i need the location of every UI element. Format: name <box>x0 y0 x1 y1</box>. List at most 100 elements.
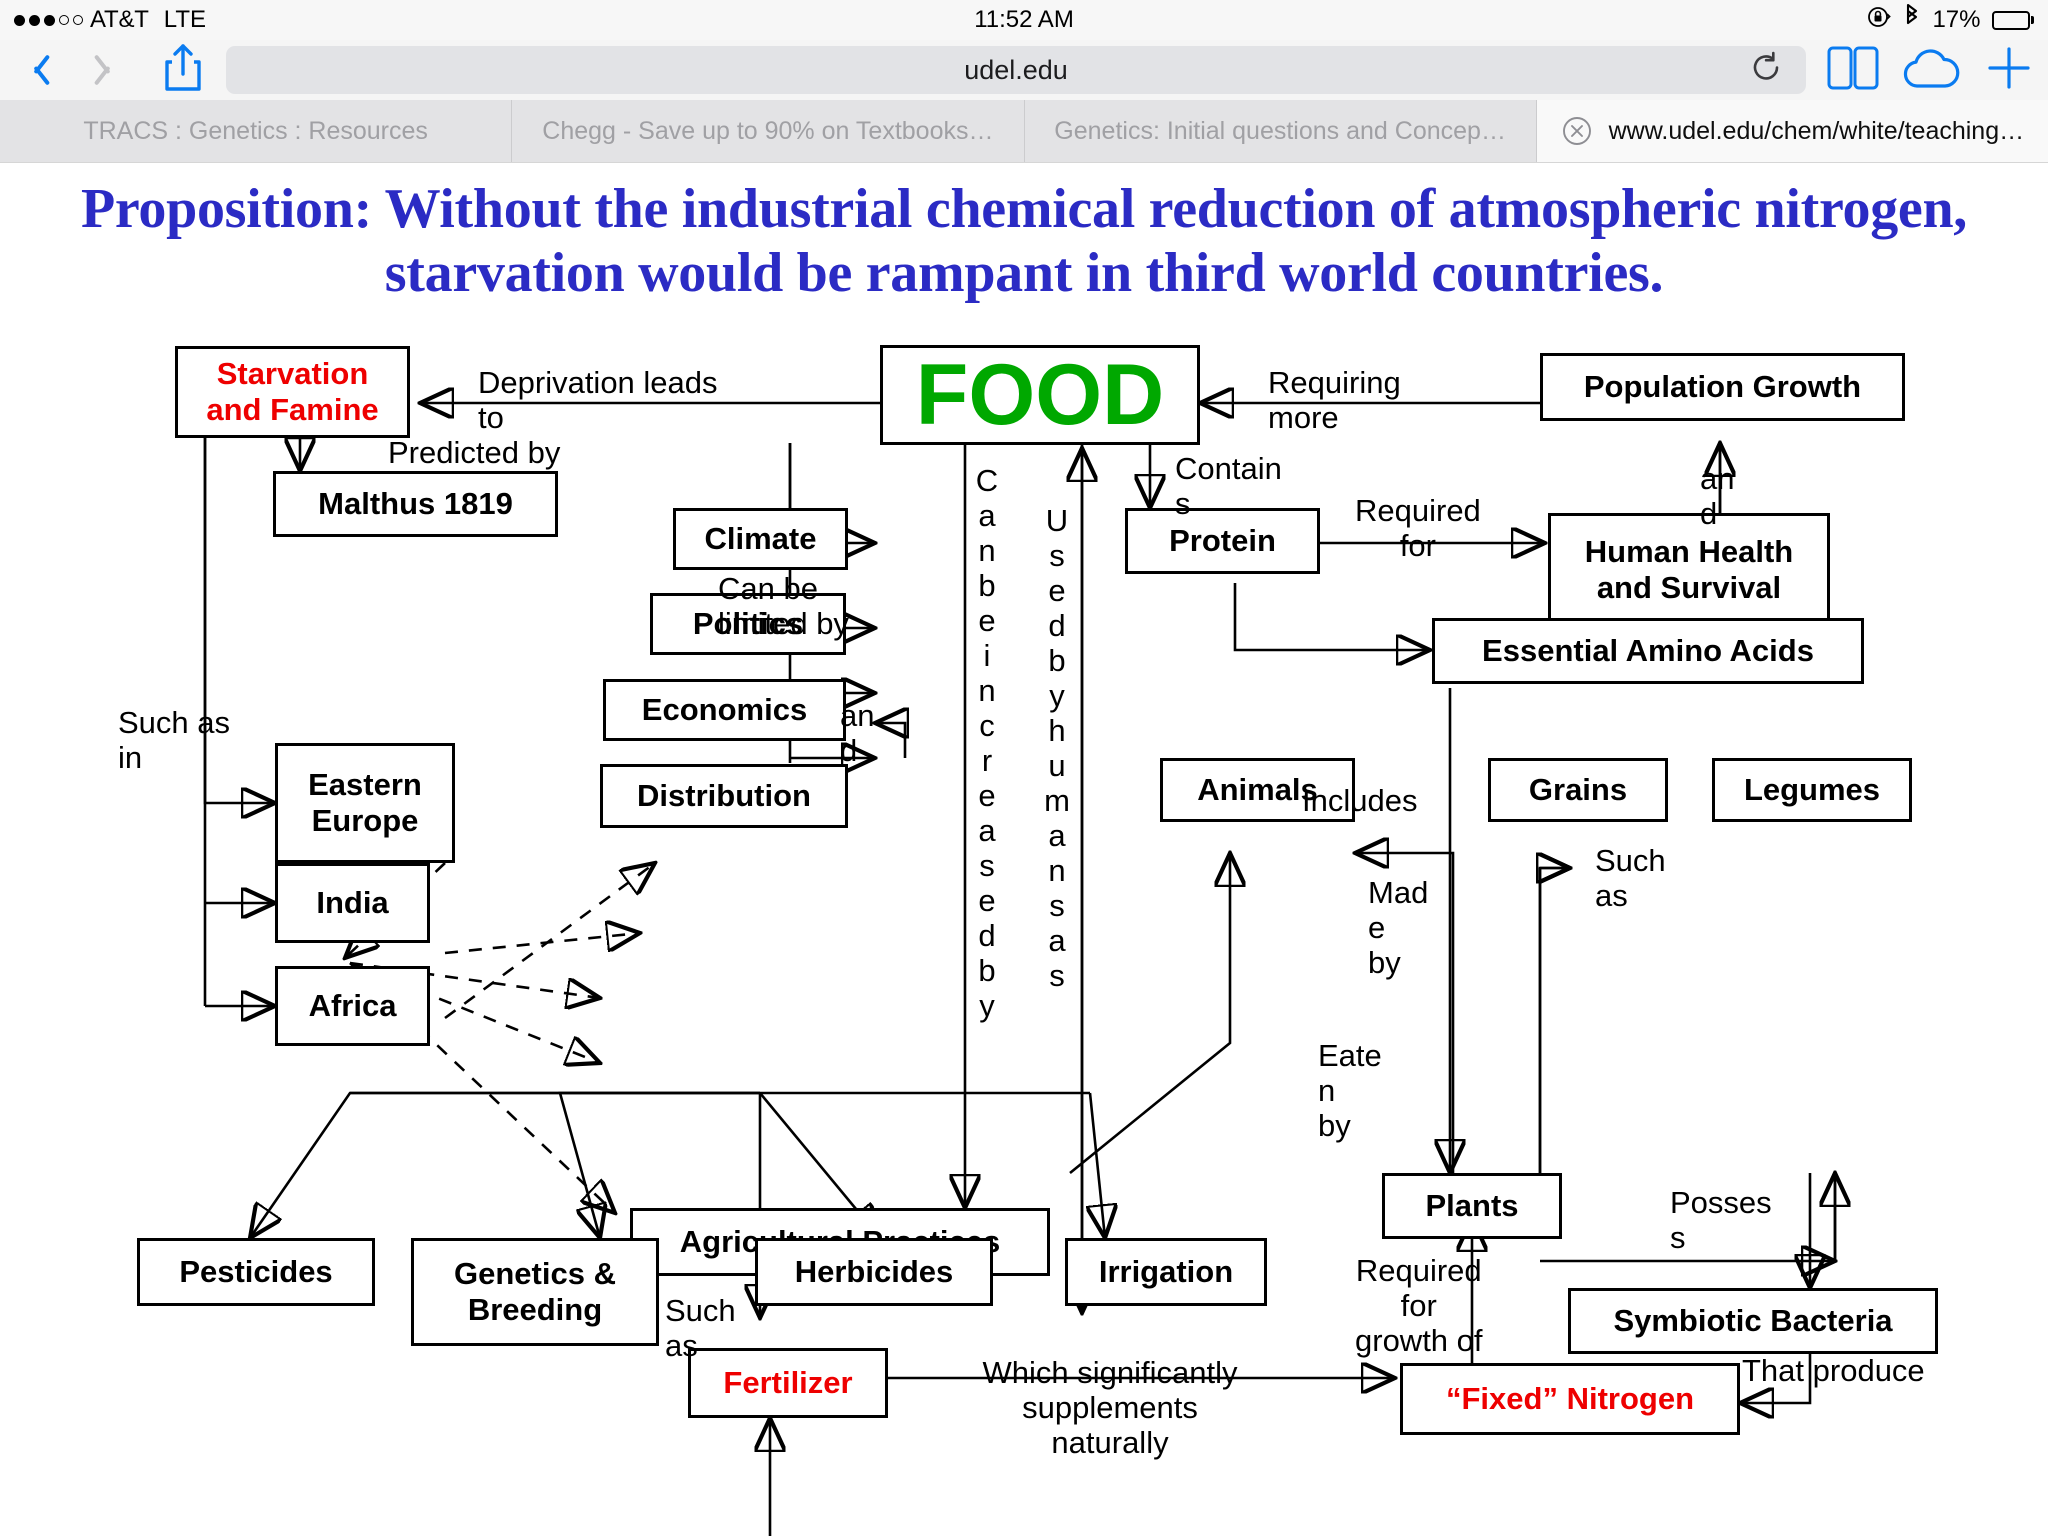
node-malthus-1819[interactable]: Malthus 1819 <box>273 471 558 537</box>
node-herbicides[interactable]: Herbicides <box>755 1238 993 1306</box>
edge-label-eaten-by: Eate n by <box>1318 1038 1382 1143</box>
node-essential-amino-acids[interactable]: Essential Amino Acids <box>1432 618 1864 684</box>
status-bar-right: 17% <box>1866 0 2034 40</box>
battery-icon <box>1991 10 2034 30</box>
node-india[interactable]: India <box>275 863 430 943</box>
edge-label-such-as-in: Such as in <box>118 705 231 775</box>
plus-icon <box>1984 43 2034 98</box>
node-label: Legumes <box>1743 772 1881 807</box>
node-label: “Fixed” Nitrogen <box>1445 1381 1694 1416</box>
node-starvation-and-famine[interactable]: Starvation and Famine <box>175 346 410 438</box>
battery-percent-label: 17% <box>1932 6 1981 33</box>
node-human-health-and-survival[interactable]: Human Health and Survival <box>1548 513 1830 627</box>
icloud-tabs-icon <box>1900 45 1962 96</box>
edge-label-such-as-grains-legumes: Such as <box>1595 843 1666 913</box>
close-circle-icon[interactable] <box>1561 115 1593 147</box>
node-label: Starvation and Famine <box>206 356 379 427</box>
chevron-left-icon <box>26 51 48 89</box>
node-pesticides[interactable]: Pesticides <box>137 1238 375 1306</box>
url-text: udel.edu <box>964 54 1068 85</box>
node-eastern-europe[interactable]: Eastern Europe <box>275 743 455 863</box>
icloud-tabs-button[interactable] <box>1892 45 1970 96</box>
bluetooth-icon <box>1903 3 1921 38</box>
tab-label: www.udel.edu/chem/white/teaching… <box>1608 116 2025 145</box>
node-plants[interactable]: Plants <box>1382 1173 1562 1239</box>
node-label: Malthus 1819 <box>318 486 513 521</box>
new-tab-button[interactable] <box>1970 43 2048 98</box>
tab-genetics[interactable]: Genetics: Initial questions and Concep… <box>1024 100 1537 162</box>
node-label: Economics <box>641 692 808 727</box>
edge-label-used-by-humans-as: U s e d b y h u m a n s a s <box>1044 503 1070 993</box>
tab-udel-active[interactable]: www.udel.edu/chem/white/teaching… <box>1536 100 2048 162</box>
web-page-content: Proposition: Without the industrial chem… <box>0 163 2048 1536</box>
node-label: FOOD <box>915 347 1165 443</box>
edge-label-made-by: Mad e by <box>1368 875 1429 980</box>
edge-label-can-be-increased-by: C a n b e i n c r e a s e d b y <box>975 463 999 1023</box>
forward-button[interactable] <box>74 51 148 89</box>
reload-icon <box>1753 51 1779 80</box>
edge-label-predicted-by: Predicted by <box>388 435 561 470</box>
node-distribution[interactable]: Distribution <box>600 764 848 828</box>
node-label: Animals <box>1197 772 1318 807</box>
tab-bar: TRACS : Genetics : Resources Chegg - Sav… <box>0 100 2048 163</box>
share-icon <box>162 42 204 99</box>
tab-label: TRACS : Genetics : Resources <box>83 116 428 145</box>
edge-label-such-as-agricultural: Such as <box>665 1293 736 1363</box>
node-label: Human Health and Survival <box>1584 534 1794 605</box>
node-fixed-nitrogen[interactable]: “Fixed” Nitrogen <box>1400 1363 1740 1435</box>
chevron-right-icon <box>100 51 122 89</box>
edge-label-required-for-growth-of: Required for growth of <box>1355 1253 1483 1358</box>
edge-label-can-be-limited-by: Can be limited by <box>718 571 849 641</box>
tab-tracs[interactable]: TRACS : Genetics : Resources <box>0 100 513 162</box>
node-climate[interactable]: Climate <box>673 508 848 570</box>
node-label: Essential Amino Acids <box>1482 633 1814 668</box>
node-label: Grains <box>1528 772 1628 807</box>
node-symbiotic-bacteria[interactable]: Symbiotic Bacteria <box>1568 1288 1938 1354</box>
node-economics[interactable]: Economics <box>603 679 846 741</box>
edge-label-and-population: an d <box>1700 461 1735 531</box>
edge-label-contains: Contain s <box>1175 451 1282 521</box>
edge-label-and-distribution: an d <box>840 698 875 768</box>
tab-label: Genetics: Initial questions and Concep… <box>1054 116 1506 145</box>
edge-label-required-for: Required for <box>1355 493 1481 563</box>
node-label: Distribution <box>637 778 811 813</box>
edge-label-includes: Includes <box>1302 783 1418 818</box>
node-label: Symbiotic Bacteria <box>1613 1303 1893 1338</box>
node-label: Africa <box>308 988 397 1023</box>
concept-map: Starvation and Famine Malthus 1819 Easte… <box>0 163 2048 1536</box>
node-africa[interactable]: Africa <box>275 966 430 1046</box>
node-label: Eastern Europe <box>308 767 422 838</box>
node-legumes[interactable]: Legumes <box>1712 758 1912 822</box>
tab-label: Chegg - Save up to 90% on Textbooks… <box>542 116 994 145</box>
node-genetics-and-breeding[interactable]: Genetics & Breeding <box>411 1238 659 1346</box>
reload-button[interactable] <box>1748 50 1784 91</box>
node-grains[interactable]: Grains <box>1488 758 1668 822</box>
node-label: Irrigation <box>1098 1254 1234 1289</box>
node-label: Population Growth <box>1583 369 1862 404</box>
rotation-lock-icon <box>1866 4 1892 37</box>
browser-toolbar: udel.edu <box>0 40 2048 100</box>
node-label: Pesticides <box>179 1254 333 1289</box>
node-label: India <box>316 885 389 920</box>
bookmarks-button[interactable] <box>1814 45 1892 96</box>
node-population-growth[interactable]: Population Growth <box>1540 353 1905 421</box>
back-button[interactable] <box>0 51 74 89</box>
edge-label-requiring-more: Requiring more <box>1268 365 1401 435</box>
edge-label-that-produce: That produce <box>1742 1353 1925 1388</box>
node-label: Fertilizer <box>723 1365 853 1400</box>
book-icon <box>1826 45 1880 96</box>
share-button[interactable] <box>148 42 218 99</box>
node-label: Protein <box>1169 523 1276 558</box>
ios-status-bar: AT&T LTE 11:52 AM 17% <box>0 0 2048 40</box>
node-irrigation[interactable]: Irrigation <box>1065 1238 1267 1306</box>
node-label: Climate <box>704 521 817 556</box>
node-food[interactable]: FOOD <box>880 345 1200 445</box>
clock-label: 11:52 AM <box>974 6 1074 33</box>
node-label: Herbicides <box>794 1254 954 1289</box>
edge-label-possess: Posses s <box>1670 1185 1772 1255</box>
address-bar[interactable]: udel.edu <box>226 46 1806 94</box>
edge-label-deprivation-leads-to: Deprivation leads to <box>478 365 718 435</box>
tab-chegg[interactable]: Chegg - Save up to 90% on Textbooks… <box>512 100 1025 162</box>
node-label: Genetics & Breeding <box>454 1256 616 1327</box>
node-label: Plants <box>1425 1188 1519 1223</box>
